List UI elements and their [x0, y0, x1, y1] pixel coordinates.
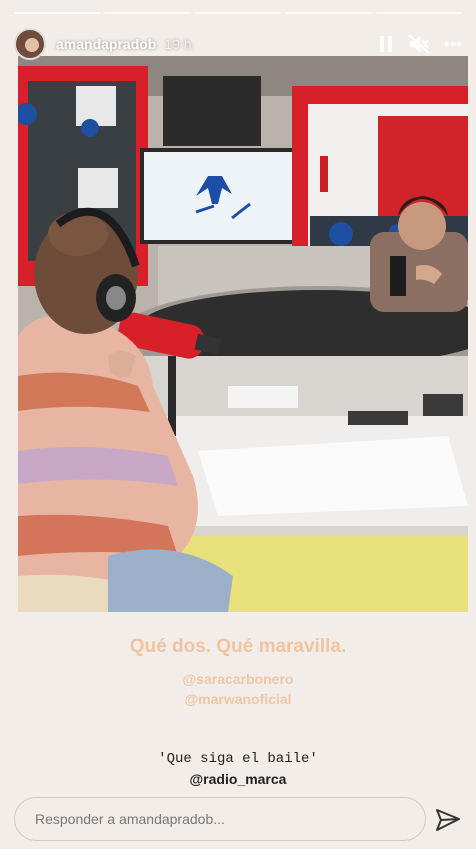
progress-segment	[104, 12, 191, 14]
story-progress	[14, 12, 463, 14]
avatar[interactable]	[14, 28, 46, 60]
tag-radio-marca[interactable]: @radio_marca	[0, 771, 476, 787]
username[interactable]: amandapradob	[56, 36, 156, 52]
reply-input[interactable]: Responder a amandapradob...	[14, 797, 426, 841]
progress-segment	[194, 12, 282, 14]
progress-segment	[375, 12, 463, 14]
mention-saracarbonero[interactable]: @saracarbonero	[0, 671, 476, 687]
progress-segment	[14, 12, 101, 14]
more-icon[interactable]	[444, 41, 462, 47]
mention-marwanoficial[interactable]: @marwanoficial	[0, 691, 476, 707]
time-ago: 19 h	[164, 36, 192, 52]
story-photo	[18, 56, 468, 612]
story-header: amandapradob 19 h	[14, 26, 462, 62]
caption-main: Qué dos. Qué maravilla.	[129, 636, 347, 657]
caption-quote: 'Que siga el baile'	[158, 751, 318, 767]
pause-icon[interactable]	[378, 35, 394, 53]
mute-icon[interactable]	[408, 34, 430, 54]
progress-segment	[285, 12, 372, 14]
send-icon[interactable]	[434, 806, 462, 834]
